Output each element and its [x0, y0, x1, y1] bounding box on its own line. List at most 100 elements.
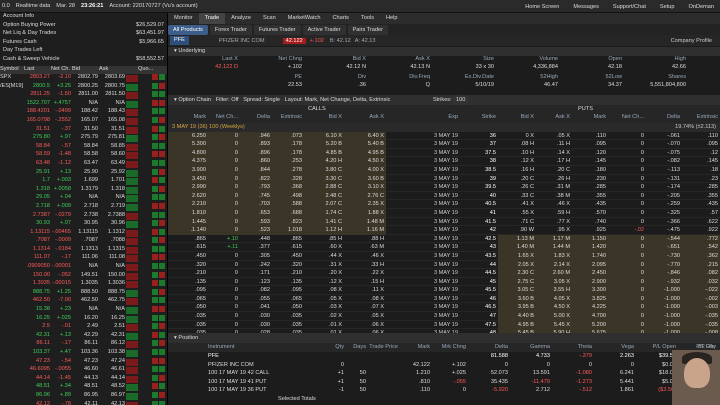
- option-cell[interactable]: .035: [272, 312, 302, 321]
- option-cell[interactable]: 2.620: [172, 192, 206, 201]
- option-cell[interactable]: .63 M: [344, 243, 384, 252]
- option-cell[interactable]: .362: [682, 252, 718, 261]
- option-cell[interactable]: 0: [208, 175, 238, 184]
- option-cell[interactable]: 3.55 H: [536, 286, 570, 295]
- option-cell[interactable]: .095: [172, 286, 206, 295]
- watchlist-row[interactable]: /ES[M19] 2800.5 +3.25 2800.25 2800.75: [0, 82, 167, 92]
- layout-selector[interactable]: Layout: Mark, Net Change, Delta, Extrins…: [285, 97, 391, 103]
- option-cell[interactable]: .88 H: [344, 235, 384, 244]
- option-cell[interactable]: 1.40 M: [498, 243, 534, 252]
- option-cell[interactable]: 1.41 C: [304, 218, 342, 227]
- option-cell[interactable]: 0: [208, 209, 238, 218]
- tab-scan[interactable]: Scan: [257, 13, 282, 24]
- option-cell[interactable]: -.070: [646, 140, 680, 149]
- option-cell[interactable]: .12 X: [304, 278, 342, 287]
- option-cell[interactable]: .07 X: [344, 303, 384, 312]
- option-cell[interactable]: .050: [272, 303, 302, 312]
- option-row[interactable]: 4.800 0.896.178 4.85 B 4.95 B3 MAY 19 37.5.1…: [168, 148, 720, 158]
- option-cell[interactable]: .08 X: [304, 286, 342, 295]
- series-row[interactable]: 3 MAY 19 (36) 100 (Weeklys) 19.74% (±2.11…: [168, 123, 720, 132]
- option-cell[interactable]: 0: [208, 252, 238, 261]
- option-cell[interactable]: .90 W: [498, 226, 534, 235]
- option-cell[interactable]: 0: [208, 218, 238, 227]
- option-cell[interactable]: +.11: [208, 243, 238, 252]
- col-net-change[interactable]: Net Ch.: [51, 66, 72, 74]
- symbol-input[interactable]: PFE: [170, 36, 189, 45]
- col-header[interactable]: Net Ch...: [608, 114, 644, 120]
- col-header[interactable]: Mark: [172, 114, 206, 120]
- option-cell[interactable]: -.325: [646, 209, 680, 218]
- option-cell[interactable]: .17 H: [536, 157, 570, 166]
- option-cell[interactable]: 1.13 M: [498, 235, 534, 244]
- tab-marketwatch[interactable]: MarketWatch: [282, 13, 327, 24]
- option-cell[interactable]: .46 X: [344, 252, 384, 261]
- option-cell[interactable]: .615: [272, 243, 302, 252]
- option-cell[interactable]: 5.20 B: [304, 140, 342, 149]
- col-symbol[interactable]: Symbol: [0, 66, 24, 74]
- option-cell[interactable]: 0: [608, 269, 644, 278]
- option-cell[interactable]: 0: [608, 183, 644, 192]
- option-cell[interactable]: 1.420: [572, 243, 606, 252]
- option-cell[interactable]: -.061: [646, 132, 680, 141]
- option-cell[interactable]: .11 X: [344, 286, 384, 295]
- option-cell[interactable]: .14 X: [536, 149, 570, 158]
- watchlist-row[interactable]: 2811.25 -1.50 2811.00 2811.50: [0, 91, 167, 100]
- option-cell[interactable]: .793: [240, 183, 270, 192]
- option-cell[interactable]: .523: [240, 226, 270, 235]
- option-row[interactable]: 1.810 0.653.688 1.74 C 1.88 X3 MAY 19 41.55 …: [168, 208, 720, 218]
- watchlist-row[interactable]: 16.25 +.025 16.20 16.25: [0, 314, 167, 324]
- option-cell[interactable]: .448: [240, 235, 270, 244]
- option-cell[interactable]: 3.900: [172, 166, 206, 175]
- watchlist-row[interactable]: 1.3035 -.00015 1.3035 1.3036: [0, 280, 167, 289]
- option-cell[interactable]: .180: [572, 166, 606, 175]
- option-cell[interactable]: .030: [240, 321, 270, 330]
- col-header[interactable]: Ask X: [344, 114, 384, 120]
- option-cell[interactable]: .065: [272, 295, 302, 304]
- option-cell[interactable]: .822: [240, 175, 270, 184]
- messages-button[interactable]: Messages: [573, 4, 599, 10]
- col-header[interactable]: Exp: [400, 114, 458, 120]
- option-cell[interactable]: .135: [172, 278, 206, 287]
- option-cell[interactable]: .26 H: [536, 175, 570, 184]
- option-cell[interactable]: .035: [172, 312, 206, 321]
- option-cell[interactable]: .38 M: [536, 192, 570, 201]
- watchlist-row[interactable]: 1.318 +.0058 1.3179 1.318: [0, 185, 167, 195]
- subtab-pairs-trader[interactable]: Pairs Trader: [347, 24, 388, 35]
- option-cell[interactable]: .865: [272, 235, 302, 244]
- option-cell[interactable]: 2.60 M: [536, 269, 570, 278]
- option-cell[interactable]: .60 X: [304, 243, 342, 252]
- option-cell[interactable]: 2.35 X: [344, 200, 384, 209]
- watchlist-row[interactable]: 58.84 -.57 58.84 58.85: [0, 142, 167, 152]
- watchlist-row[interactable]: 1.13115 -.00465 1.13115 1.1312: [0, 228, 167, 238]
- option-cell[interactable]: .05 X: [344, 312, 384, 321]
- option-cell[interactable]: -.730: [646, 252, 680, 261]
- tab-monitor[interactable]: Monitor: [168, 13, 199, 24]
- option-cell[interactable]: .893: [240, 140, 270, 149]
- option-cell[interactable]: 0: [208, 192, 238, 201]
- option-cell[interactable]: 3.450: [172, 175, 206, 184]
- watchlist-row[interactable]: 86.96 +.89 86.95 86.97: [0, 391, 167, 401]
- option-cell[interactable]: -.113: [646, 166, 680, 175]
- option-cell[interactable]: 1.740: [572, 252, 606, 261]
- option-row[interactable]: .450 0.305.450.44 X .46 X3 MAY 19 43.5 1.65 …: [168, 251, 720, 261]
- option-row[interactable]: .615 +.11.377.615.60 X .63 M3 MAY 19 43 1.40…: [168, 243, 720, 252]
- option-cell[interactable]: 0: [608, 200, 644, 209]
- option-cell[interactable]: .896: [240, 149, 270, 158]
- option-cell[interactable]: 1.17 M: [536, 235, 570, 244]
- option-cell[interactable]: 0: [608, 140, 644, 149]
- option-row[interactable]: 1.445 0.593.823 1.41 C 1.48 M3 MAY 19 41.5.7…: [168, 217, 720, 227]
- subtab-futures-trader[interactable]: Futures Trader: [253, 24, 301, 35]
- option-cell[interactable]: 3.05 X: [536, 278, 570, 287]
- option-cell[interactable]: 4.50 X: [344, 157, 384, 166]
- watchlist-row[interactable]: 1522.707 +.4757 N/A N/A: [0, 99, 167, 109]
- option-cell[interactable]: .57: [682, 209, 718, 218]
- position-col-header[interactable]: Delta: [468, 343, 508, 352]
- watchlist-row[interactable]: .7087 -.0009 .7087 .7088: [0, 237, 167, 246]
- option-cell[interactable]: .145: [572, 157, 606, 166]
- option-cell[interactable]: .095: [682, 140, 718, 149]
- home-screen-button[interactable]: Home Screen: [525, 4, 559, 10]
- option-cell[interactable]: .11 H: [536, 140, 570, 149]
- option-cell[interactable]: 0 X: [498, 132, 534, 141]
- option-cell[interactable]: .44 X: [304, 252, 342, 261]
- option-cell[interactable]: .46 X: [536, 200, 570, 209]
